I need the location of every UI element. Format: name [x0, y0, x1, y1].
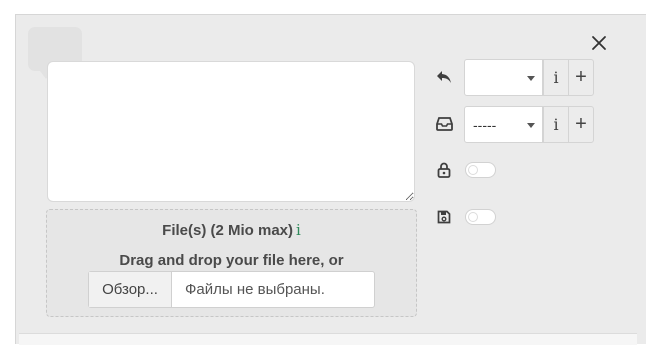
reply-select[interactable] — [464, 59, 543, 96]
close-icon — [592, 36, 606, 50]
inbox-select-value: ----- — [473, 116, 497, 133]
toggle-knob — [468, 212, 478, 222]
upload-title: File(s) (2 Mio max) i — [47, 221, 416, 239]
file-dropzone[interactable]: File(s) (2 Mio max) i Drag and drop your … — [46, 209, 417, 317]
inbox-info-button[interactable]: i — [543, 106, 569, 143]
save-toggle[interactable] — [465, 209, 496, 225]
content-area-edge — [19, 333, 637, 345]
lock-icon — [435, 161, 453, 179]
inbox-select[interactable]: ----- — [464, 106, 543, 143]
upload-title-text: File(s) (2 Mio max) — [162, 222, 294, 239]
browse-button[interactable]: Обзор... — [89, 272, 172, 307]
close-button[interactable] — [587, 31, 611, 55]
inbox-icon — [435, 115, 453, 133]
file-status-text: Файлы не выбраны. — [185, 281, 325, 298]
info-icon[interactable]: i — [296, 221, 301, 239]
reply-add-button[interactable]: + — [568, 59, 594, 96]
private-toggle[interactable] — [465, 162, 496, 178]
chevron-down-icon — [527, 76, 535, 81]
toggle-knob — [468, 165, 478, 175]
drag-drop-text: Drag and drop your file here, or — [119, 252, 344, 269]
file-input[interactable]: Обзор... Файлы не выбраны. — [88, 271, 375, 308]
save-icon — [435, 208, 453, 226]
inbox-add-button[interactable]: + — [568, 106, 594, 143]
message-textarea[interactable] — [47, 61, 415, 202]
chevron-down-icon — [527, 123, 535, 128]
reply-icon — [435, 68, 453, 86]
reply-info-button[interactable]: i — [543, 59, 569, 96]
